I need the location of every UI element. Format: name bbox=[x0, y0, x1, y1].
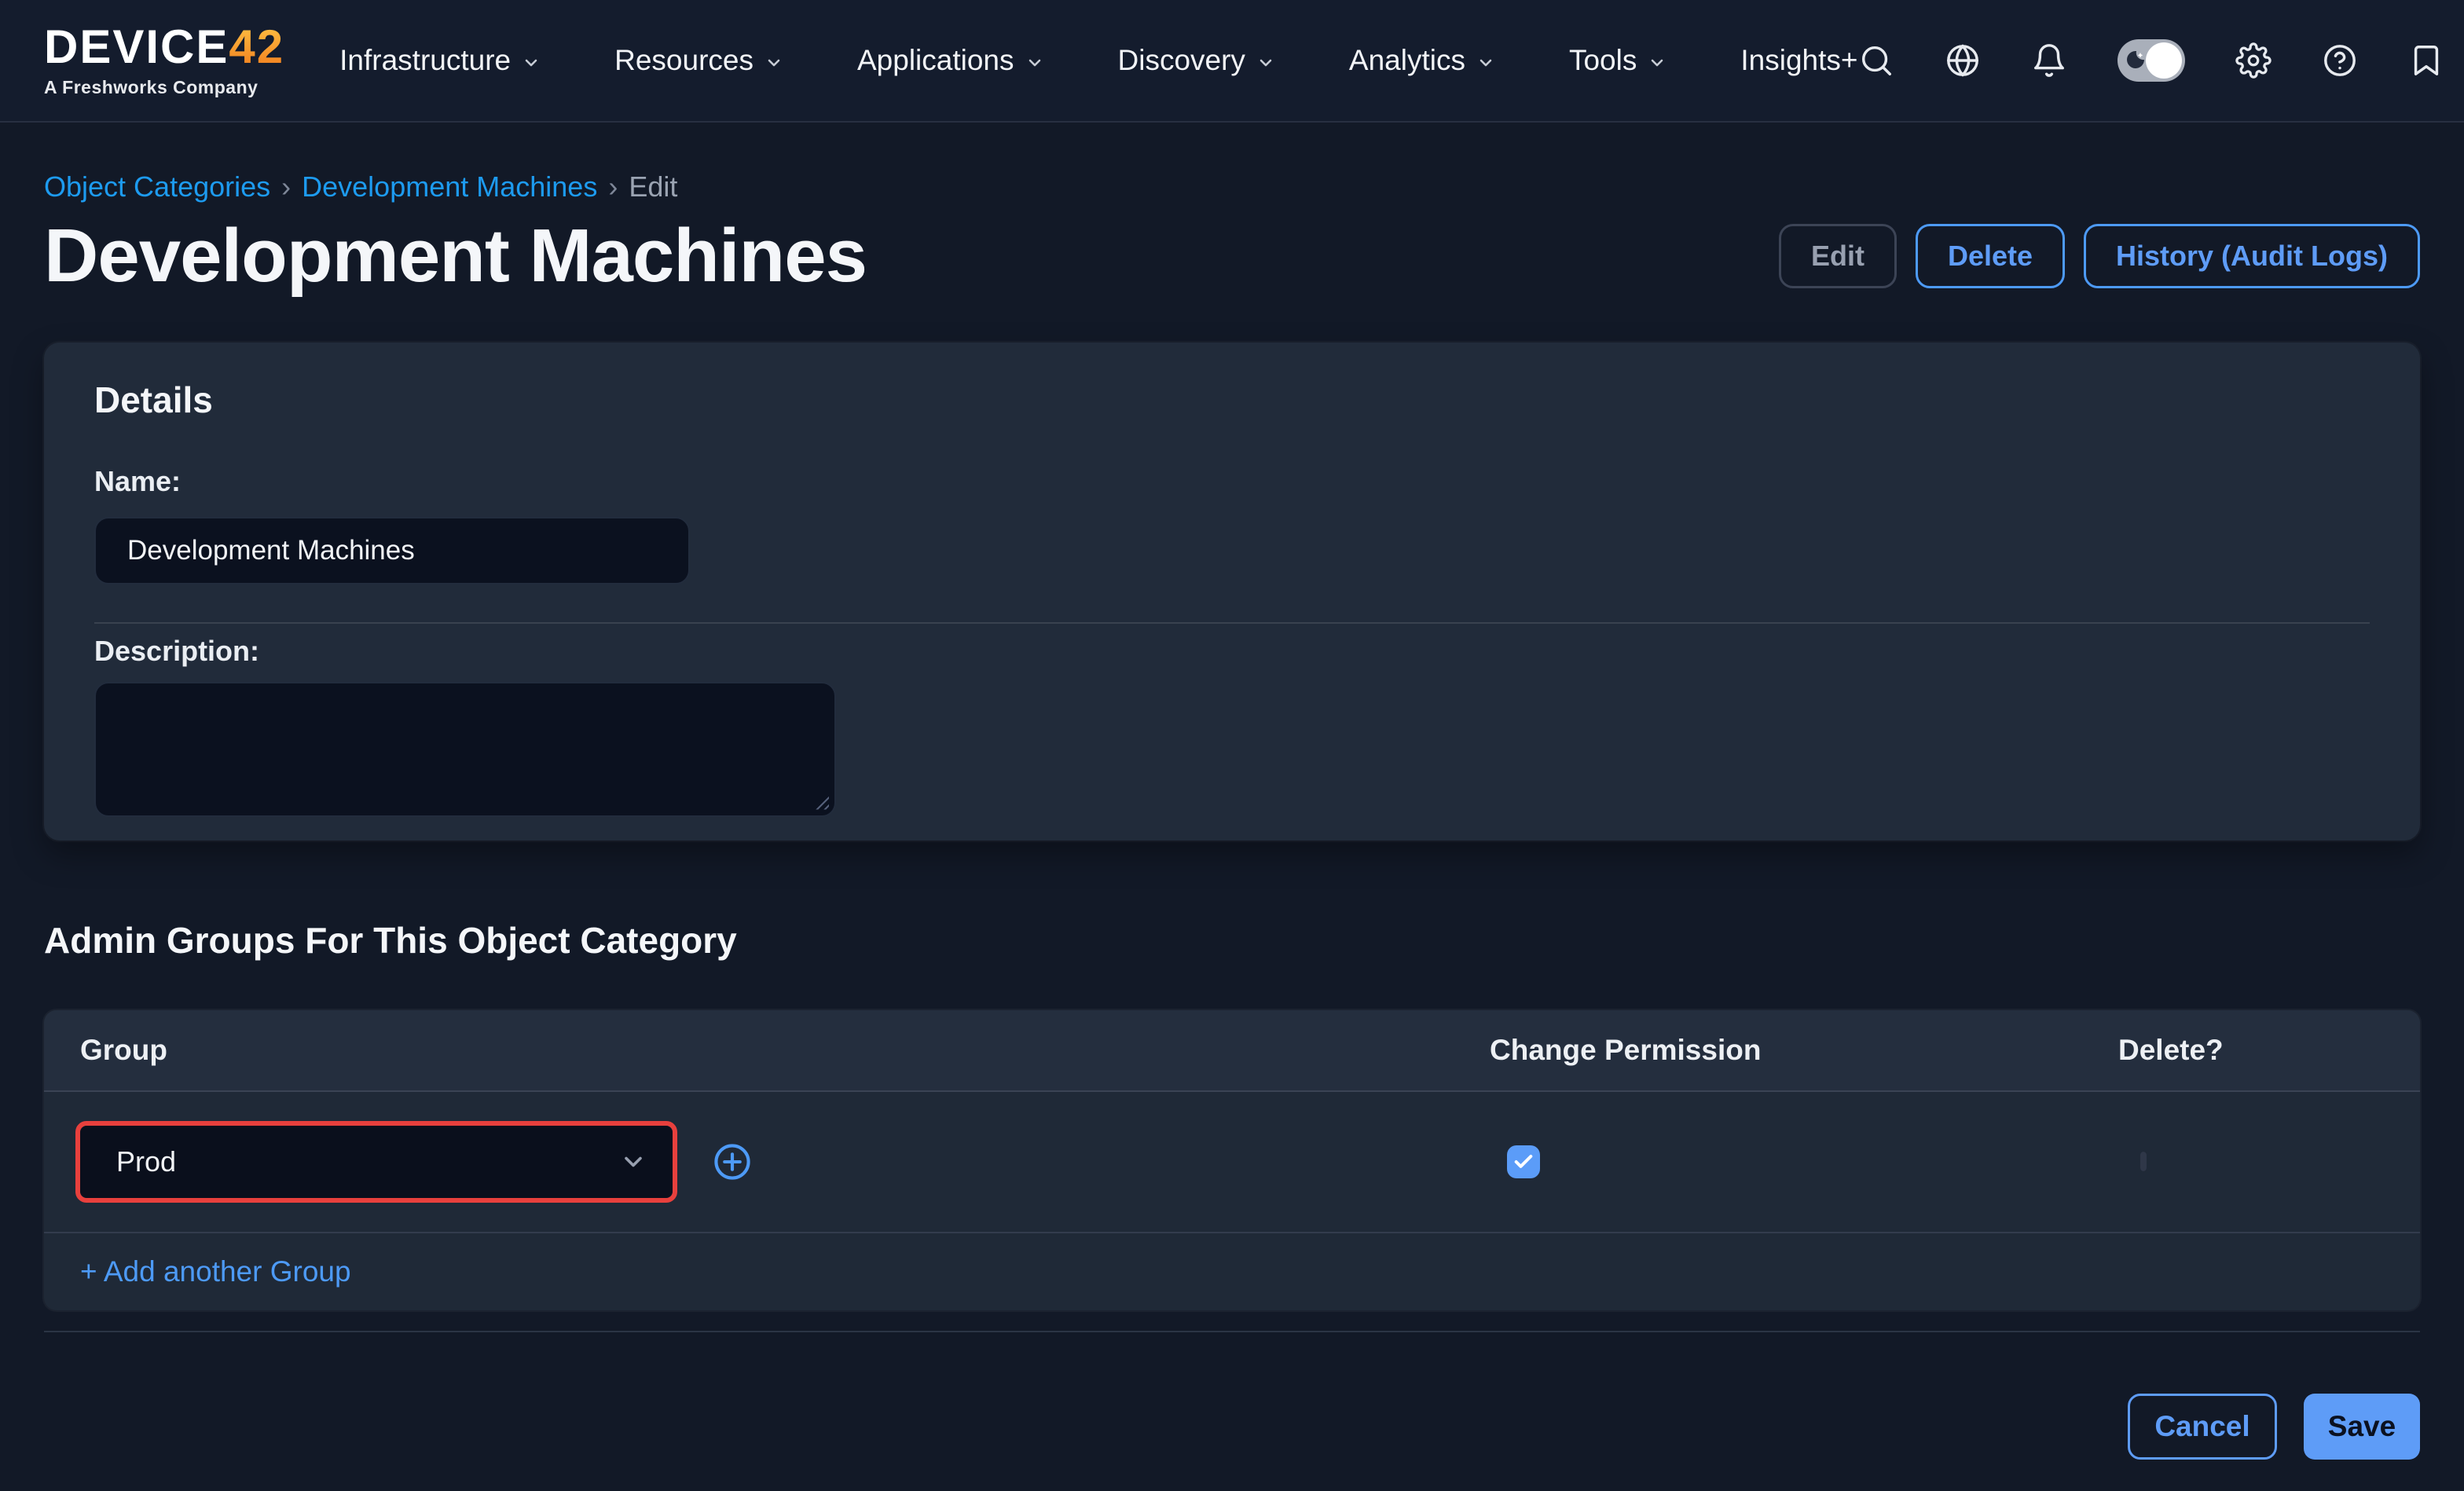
globe-icon[interactable] bbox=[1945, 42, 1981, 79]
resize-handle[interactable] bbox=[812, 793, 829, 810]
menu-insights[interactable]: Insights+ bbox=[1740, 44, 1857, 77]
divider bbox=[44, 1331, 2420, 1332]
chevron-down-icon bbox=[1648, 53, 1666, 72]
title-row: Development Machines Edit Delete History… bbox=[44, 214, 2420, 299]
theme-toggle[interactable] bbox=[2118, 39, 2185, 82]
admin-groups-heading: Admin Groups For This Object Category bbox=[44, 919, 2420, 962]
notifications-bell-icon[interactable] bbox=[2031, 42, 2067, 79]
edit-button[interactable]: Edit bbox=[1779, 224, 1897, 288]
moon-icon bbox=[2124, 48, 2147, 71]
add-group-plus-icon[interactable] bbox=[712, 1141, 753, 1182]
menu-tools[interactable]: Tools bbox=[1569, 44, 1666, 77]
footer-actions: Cancel Save bbox=[44, 1394, 2420, 1460]
chevron-down-icon bbox=[522, 53, 541, 72]
change-permission-checkbox[interactable] bbox=[1507, 1145, 1540, 1178]
delete-checkbox[interactable] bbox=[2140, 1152, 2147, 1171]
menu-discovery[interactable]: Discovery bbox=[1118, 44, 1275, 77]
table-footer-row: + Add another Group bbox=[44, 1233, 2420, 1310]
settings-gear-icon[interactable] bbox=[2235, 42, 2272, 79]
navbar-right-icons: A bbox=[1858, 31, 2464, 90]
description-label: Description: bbox=[94, 635, 2370, 668]
top-navbar: DEVICE42 A Freshworks Company Infrastruc… bbox=[0, 0, 2464, 123]
details-heading: Details bbox=[94, 379, 2370, 421]
page-actions: Edit Delete History (Audit Logs) bbox=[1779, 224, 2420, 288]
chevron-down-icon bbox=[619, 1148, 647, 1176]
main-menu: Infrastructure Resources Applications Di… bbox=[339, 44, 1857, 77]
admin-groups-table: Group Change Permission Delete? Prod bbox=[44, 1010, 2420, 1310]
divider bbox=[94, 622, 2370, 624]
device42-logo[interactable]: DEVICE42 A Freshworks Company bbox=[44, 24, 284, 98]
cancel-button[interactable]: Cancel bbox=[2128, 1394, 2277, 1460]
main-content: Object Categories › Development Machines… bbox=[0, 170, 2464, 1460]
breadcrumb-separator: › bbox=[281, 170, 291, 204]
group-select-value: Prod bbox=[116, 1145, 176, 1178]
name-input[interactable] bbox=[94, 517, 690, 584]
column-header-change-permission: Change Permission bbox=[1490, 1034, 2118, 1067]
chevron-down-icon bbox=[1256, 53, 1275, 72]
menu-infrastructure[interactable]: Infrastructure bbox=[339, 44, 541, 77]
breadcrumb-current: Edit bbox=[629, 170, 677, 204]
breadcrumb-separator: › bbox=[608, 170, 618, 204]
search-icon[interactable] bbox=[1858, 42, 1894, 79]
save-button[interactable]: Save bbox=[2304, 1394, 2420, 1460]
name-label: Name: bbox=[94, 465, 2370, 498]
details-card: Details Name: Description: bbox=[44, 343, 2420, 841]
chevron-down-icon bbox=[764, 53, 783, 72]
logo-text: DEVICE bbox=[44, 24, 229, 71]
breadcrumb-object-categories[interactable]: Object Categories bbox=[44, 170, 270, 204]
menu-resources[interactable]: Resources bbox=[614, 44, 783, 77]
column-header-group: Group bbox=[44, 1034, 1490, 1067]
history-audit-logs-button[interactable]: History (Audit Logs) bbox=[2084, 224, 2420, 288]
bookmark-icon[interactable] bbox=[2408, 42, 2444, 79]
logo-tagline: A Freshworks Company bbox=[44, 77, 284, 98]
breadcrumb-development-machines[interactable]: Development Machines bbox=[302, 170, 597, 204]
page-title: Development Machines bbox=[44, 214, 867, 299]
column-header-delete: Delete? bbox=[2118, 1034, 2420, 1067]
table-row: Prod bbox=[44, 1092, 2420, 1233]
logo-42: 42 bbox=[229, 24, 284, 71]
table-header-row: Group Change Permission Delete? bbox=[44, 1010, 2420, 1092]
description-textarea[interactable] bbox=[94, 682, 836, 817]
help-icon[interactable] bbox=[2322, 42, 2358, 79]
group-select[interactable]: Prod bbox=[80, 1126, 673, 1198]
add-another-group-link[interactable]: + Add another Group bbox=[80, 1255, 351, 1288]
chevron-down-icon bbox=[1025, 53, 1044, 72]
delete-button[interactable]: Delete bbox=[1916, 224, 2065, 288]
logo-wordmark: DEVICE42 bbox=[44, 24, 284, 71]
menu-analytics[interactable]: Analytics bbox=[1349, 44, 1495, 77]
toggle-knob bbox=[2146, 42, 2182, 79]
group-select-highlight: Prod bbox=[75, 1121, 677, 1203]
chevron-down-icon bbox=[1476, 53, 1495, 72]
breadcrumb: Object Categories › Development Machines… bbox=[44, 170, 2420, 204]
menu-applications[interactable]: Applications bbox=[857, 44, 1044, 77]
